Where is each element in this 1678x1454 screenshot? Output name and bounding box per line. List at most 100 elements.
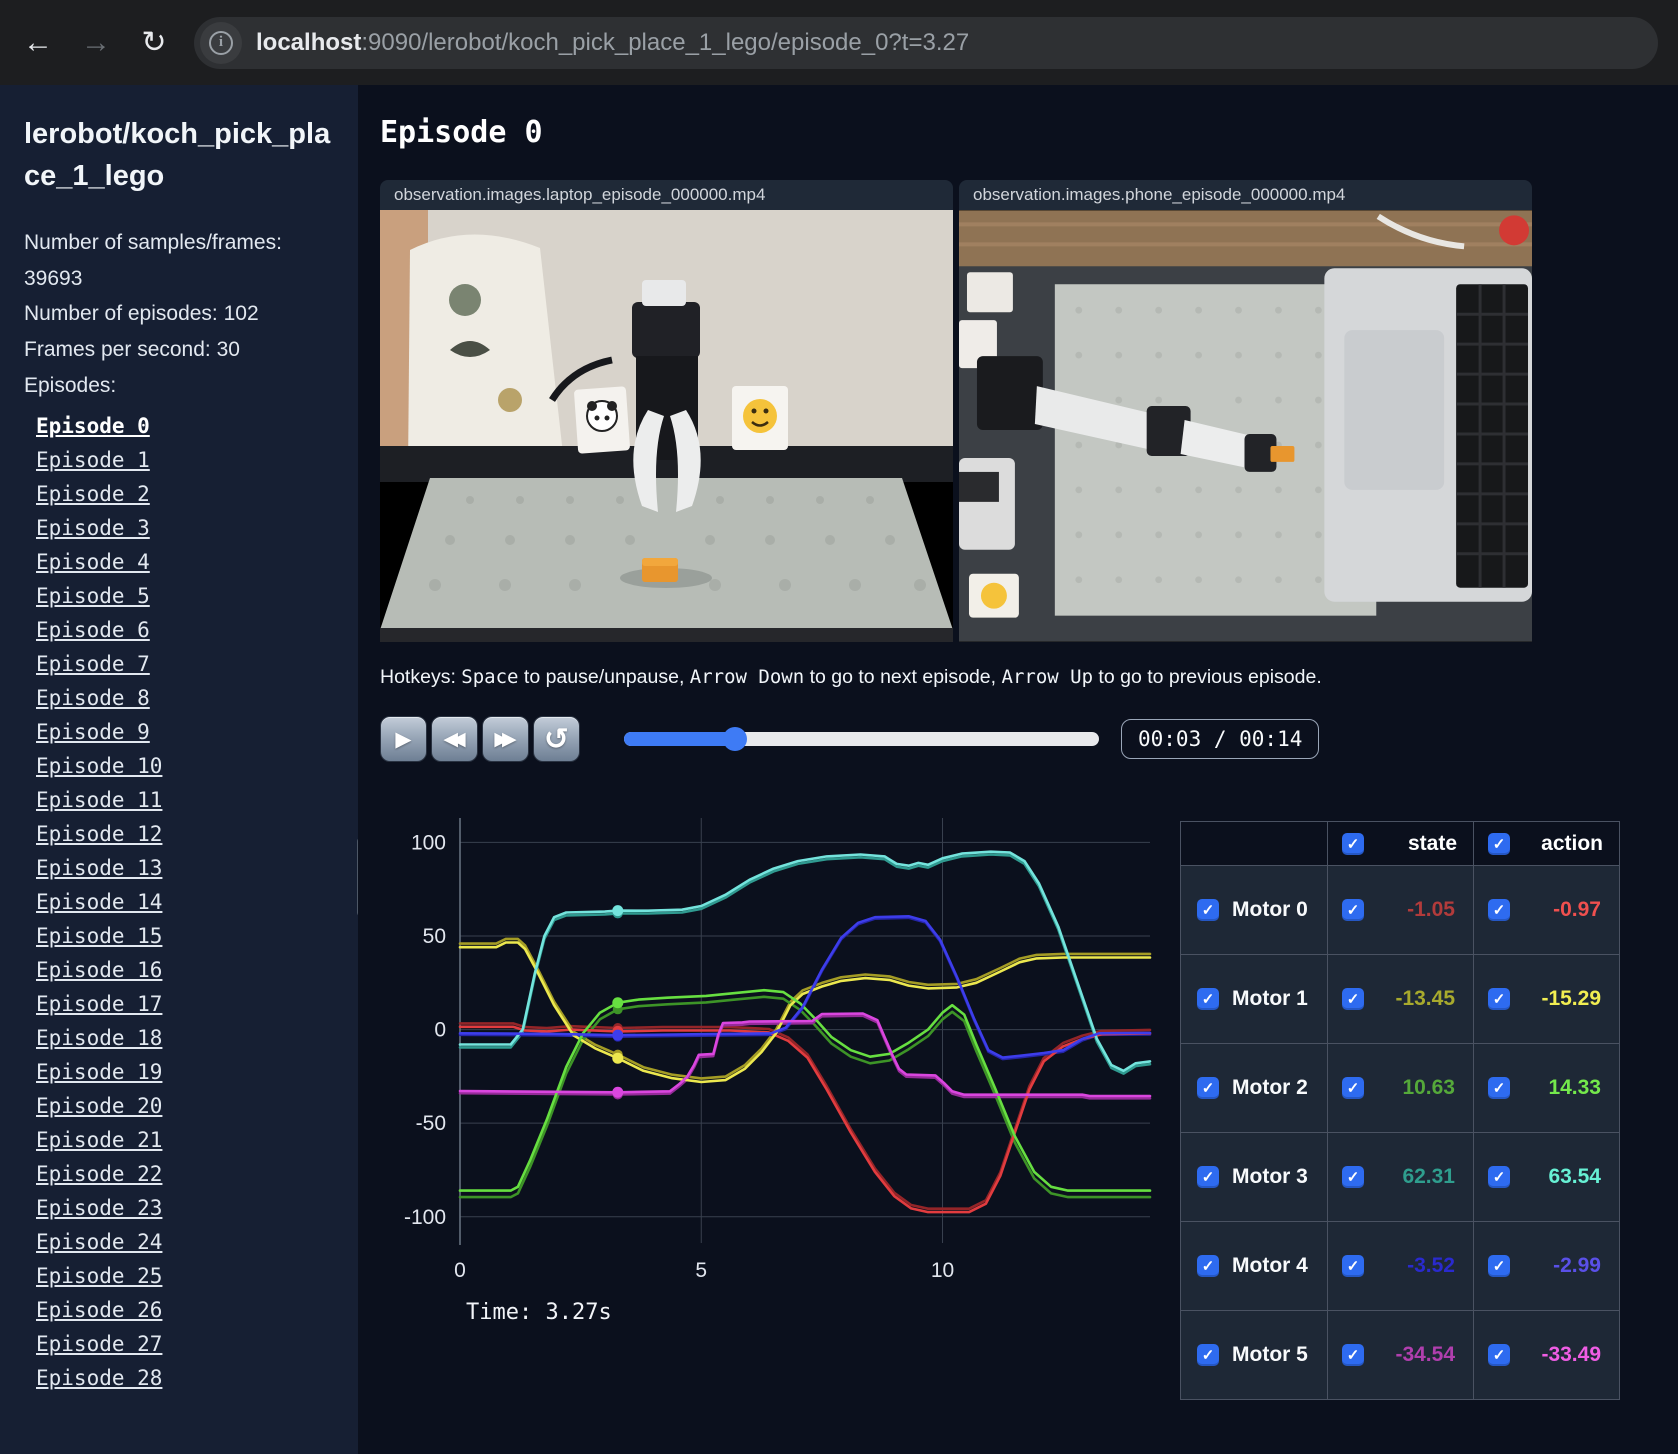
seek-slider-thumb[interactable] xyxy=(723,727,748,751)
checkbox[interactable]: ✓ xyxy=(1342,1166,1364,1188)
state-header: state xyxy=(1407,831,1457,855)
svg-text:5: 5 xyxy=(695,1259,707,1282)
checkbox[interactable]: ✓ xyxy=(1342,1255,1364,1277)
video-title-laptop: observation.images.laptop_episode_000000… xyxy=(380,180,953,210)
episode-link[interactable]: Episode 21 xyxy=(36,1128,162,1152)
checkbox[interactable]: ✓ xyxy=(1197,1255,1219,1277)
episode-link[interactable]: Episode 16 xyxy=(36,958,162,982)
checkbox[interactable]: ✓ xyxy=(1488,1344,1510,1366)
video-laptop[interactable] xyxy=(380,210,953,642)
forward-icon[interactable]: → xyxy=(78,26,114,60)
table-row: ✓ Motor 0 ✓ -1.05 ✓ -0.97 xyxy=(1180,865,1620,955)
episode-link[interactable]: Episode 14 xyxy=(36,890,162,914)
fps-info: Frames per second: 30 xyxy=(24,338,240,362)
back-icon[interactable]: ← xyxy=(20,26,56,60)
episode-link[interactable]: Episode 22 xyxy=(36,1162,162,1186)
checkbox[interactable]: ✓ xyxy=(1342,832,1364,855)
motor-label: Motor 5 xyxy=(1232,1343,1308,1366)
video-title-phone: observation.images.phone_episode_000000.… xyxy=(959,180,1532,210)
episode-link[interactable]: Episode 19 xyxy=(36,1060,162,1084)
svg-text:-50: -50 xyxy=(416,1112,446,1135)
action-header: action xyxy=(1541,831,1603,855)
loop-icon: ↺ xyxy=(543,721,570,757)
episode-link[interactable]: Episode 2 xyxy=(36,482,150,506)
checkbox[interactable]: ✓ xyxy=(1342,1344,1364,1366)
hotkey-text: to go to previous episode. xyxy=(1093,666,1322,688)
address-bar[interactable]: i localhost:9090/lerobot/koch_pick_place… xyxy=(194,16,1658,69)
seek-slider[interactable] xyxy=(624,727,1099,751)
episode-link[interactable]: Episode 26 xyxy=(36,1298,162,1322)
motor-label: Motor 3 xyxy=(1232,1165,1308,1188)
checkbox[interactable]: ✓ xyxy=(1488,1077,1510,1099)
episodes-label: Episodes: xyxy=(24,373,117,397)
svg-text:-100: -100 xyxy=(404,1206,446,1229)
svg-text:100: 100 xyxy=(411,831,446,854)
checkbox[interactable]: ✓ xyxy=(1488,1255,1510,1277)
checkbox[interactable]: ✓ xyxy=(1197,1077,1219,1099)
url-host: localhost xyxy=(256,28,362,56)
checkbox[interactable]: ✓ xyxy=(1342,988,1364,1010)
state-value: -13.45 xyxy=(1395,987,1455,1010)
site-info-button[interactable]: i xyxy=(200,21,242,64)
svg-text:10: 10 xyxy=(931,1259,954,1282)
table-row: ✓ Motor 2 ✓ 10.63 ✓ 14.33 xyxy=(1180,1043,1620,1133)
action-value: -33.49 xyxy=(1541,1343,1601,1366)
episode-link[interactable]: Episode 15 xyxy=(36,924,162,948)
action-value: 63.54 xyxy=(1548,1165,1601,1188)
hotkey-text: to pause/unpause, xyxy=(518,666,690,688)
rewind-icon: ◀◀ xyxy=(443,728,465,750)
episode-link[interactable]: Episode 9 xyxy=(36,720,150,744)
rewind-button[interactable]: ◀◀ xyxy=(431,716,478,762)
episode-link[interactable]: Episode 25 xyxy=(36,1264,162,1288)
hotkey-key: Arrow Up xyxy=(1001,666,1094,688)
reload-icon[interactable]: ↻ xyxy=(136,25,172,60)
checkbox[interactable]: ✓ xyxy=(1197,899,1219,921)
episode-link[interactable]: Episode 27 xyxy=(36,1332,162,1356)
video-card-phone: observation.images.phone_episode_000000.… xyxy=(959,180,1532,642)
checkbox[interactable]: ✓ xyxy=(1342,899,1364,921)
episode-link[interactable]: Episode 17 xyxy=(36,992,162,1016)
episodes-count: Number of episodes: 102 xyxy=(24,302,259,326)
hotkeys-help: Hotkeys: Space to pause/unpause, Arrow D… xyxy=(380,666,1678,689)
samples-count: Number of samples/frames: 39693 xyxy=(24,231,282,290)
checkbox[interactable]: ✓ xyxy=(1197,1166,1219,1188)
fast-forward-button[interactable]: ▶▶ xyxy=(482,716,529,762)
loop-button[interactable]: ↺ xyxy=(533,716,580,762)
episode-link[interactable]: Episode 5 xyxy=(36,584,150,608)
action-value: -2.99 xyxy=(1553,1254,1601,1277)
state-value: 62.31 xyxy=(1402,1165,1455,1188)
checkbox[interactable]: ✓ xyxy=(1197,1344,1219,1366)
episode-link[interactable]: Episode 7 xyxy=(36,652,150,676)
episode-link[interactable]: Episode 6 xyxy=(36,618,150,642)
checkbox[interactable]: ✓ xyxy=(1488,832,1510,855)
motor-chart[interactable]: -100 -50 0 50 100 0 5 10 Time: 3.27s xyxy=(380,763,1160,1335)
checkbox[interactable]: ✓ xyxy=(1342,1077,1364,1099)
episode-link[interactable]: Episode 20 xyxy=(36,1094,162,1118)
checkbox[interactable]: ✓ xyxy=(1488,988,1510,1010)
checkbox[interactable]: ✓ xyxy=(1488,899,1510,921)
action-value: 14.33 xyxy=(1548,1076,1601,1099)
episode-link[interactable]: Episode 1 xyxy=(36,448,150,472)
episode-link[interactable]: Episode 24 xyxy=(36,1230,162,1254)
video-phone[interactable] xyxy=(959,210,1532,642)
episode-link[interactable]: Episode 12 xyxy=(36,822,162,846)
play-button[interactable]: ▶ xyxy=(380,716,427,762)
svg-text:Time: 3.27s: Time: 3.27s xyxy=(466,1300,612,1325)
state-value: -3.52 xyxy=(1407,1254,1455,1277)
state-value: -34.54 xyxy=(1395,1343,1455,1366)
episode-link[interactable]: Episode 18 xyxy=(36,1026,162,1050)
episode-link[interactable]: Episode 23 xyxy=(36,1196,162,1220)
episode-link[interactable]: Episode 28 xyxy=(36,1366,162,1390)
episode-link[interactable]: Episode 13 xyxy=(36,856,162,880)
episode-link[interactable]: Episode 4 xyxy=(36,550,150,574)
checkbox[interactable]: ✓ xyxy=(1197,988,1219,1010)
player-controls: ▶ ◀◀ ▶▶ ↺ 00:03 / 00:14 xyxy=(380,715,1678,763)
hotkey-key: Arrow Down xyxy=(689,666,805,688)
episode-link[interactable]: Episode 11 xyxy=(36,788,162,812)
episode-link[interactable]: Episode 0 xyxy=(36,414,150,438)
episode-link[interactable]: Episode 3 xyxy=(36,516,150,540)
episode-link[interactable]: Episode 10 xyxy=(36,754,162,778)
episode-link[interactable]: Episode 8 xyxy=(36,686,150,710)
checkbox[interactable]: ✓ xyxy=(1488,1166,1510,1188)
svg-text:50: 50 xyxy=(423,925,446,948)
